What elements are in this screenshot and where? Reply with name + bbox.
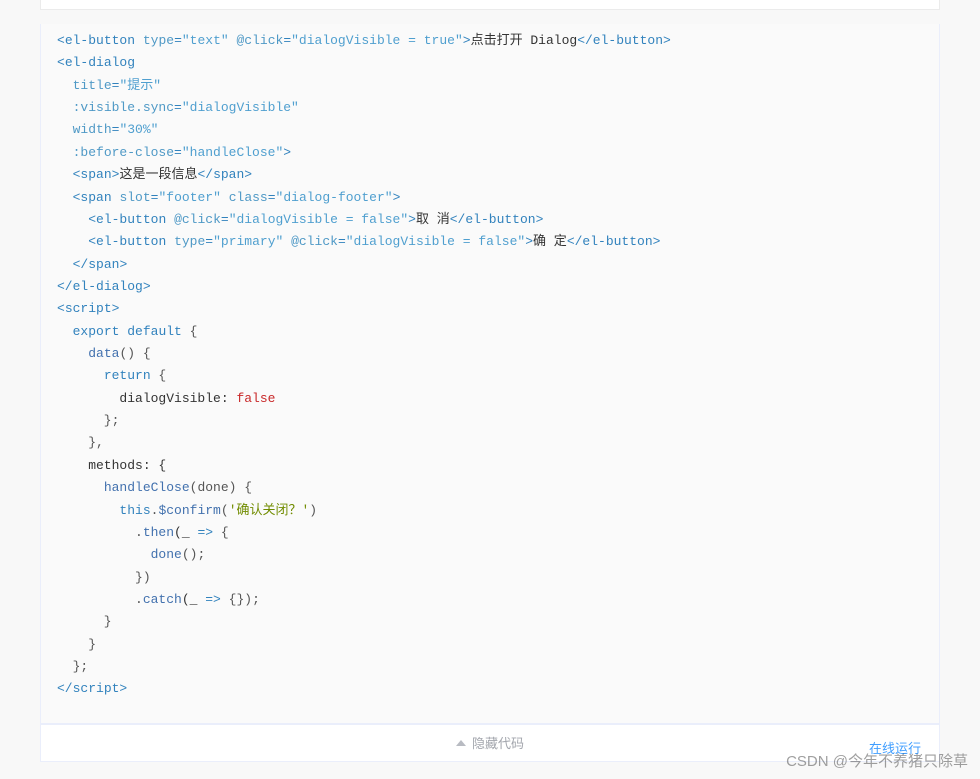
code-line: title="提示" — [57, 75, 939, 97]
code-line: }, — [57, 432, 939, 454]
code-line: :before-close="handleClose"> — [57, 142, 939, 164]
code-line: :visible.sync="dialogVisible" — [57, 97, 939, 119]
code-line: methods: { — [57, 455, 939, 477]
code-line: data() { — [57, 343, 939, 365]
code-line: <el-button type="primary" @click="dialog… — [57, 231, 939, 253]
toggle-code-bar[interactable]: 隐藏代码 在线运行 — [40, 724, 940, 762]
code-block: <el-button type="text" @click="dialogVis… — [40, 24, 940, 724]
caret-up-icon — [456, 740, 466, 746]
hide-code-label: 隐藏代码 — [472, 733, 524, 752]
code-line: done(); — [57, 544, 939, 566]
code-line: <span>这是一段信息</span> — [57, 164, 939, 186]
code-line: .catch(_ => {}); — [57, 589, 939, 611]
code-line: }; — [57, 656, 939, 678]
code-line: .then(_ => { — [57, 522, 939, 544]
code-line: export default { — [57, 321, 939, 343]
code-line: <script> — [57, 298, 939, 320]
code-line: } — [57, 634, 939, 656]
code-line: <el-dialog — [57, 52, 939, 74]
code-line: }; — [57, 410, 939, 432]
code-line: <el-button type="text" @click="dialogVis… — [57, 30, 939, 52]
code-line: <el-button @click="dialogVisible = false… — [57, 209, 939, 231]
code-line: </span> — [57, 254, 939, 276]
code-line: </script> — [57, 678, 939, 700]
preview-panel-bottom — [40, 0, 940, 10]
code-line: dialogVisible: false — [57, 388, 939, 410]
code-line: handleClose(done) { — [57, 477, 939, 499]
code-line: width="30%" — [57, 119, 939, 141]
code-line: } — [57, 611, 939, 633]
code-line: return { — [57, 365, 939, 387]
code-line: this.$confirm('确认关闭？') — [57, 500, 939, 522]
code-line: </el-dialog> — [57, 276, 939, 298]
code-line: <span slot="footer" class="dialog-footer… — [57, 187, 939, 209]
page-wrap: <el-button type="text" @click="dialogVis… — [0, 0, 980, 762]
code-line: }) — [57, 567, 939, 589]
run-online-link[interactable]: 在线运行 — [869, 738, 921, 757]
